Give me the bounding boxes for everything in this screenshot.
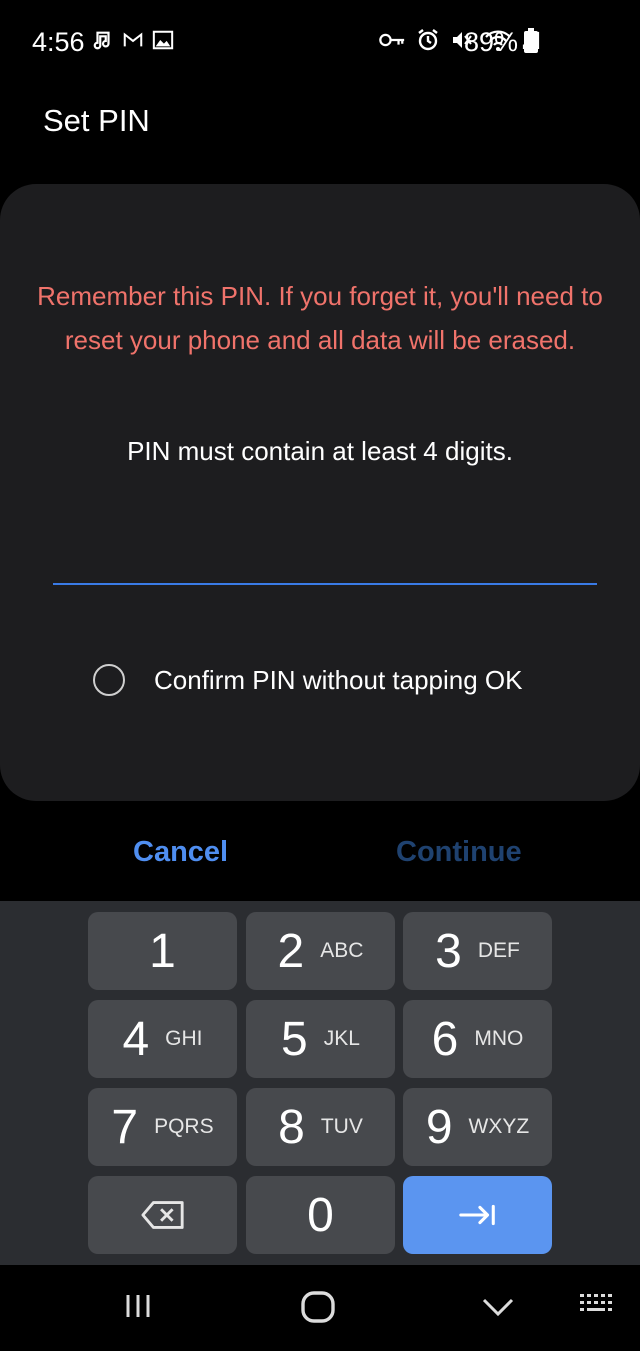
keyboard-icon[interactable] bbox=[578, 1290, 618, 1320]
delete-key[interactable] bbox=[88, 1176, 237, 1254]
continue-button[interactable]: Continue bbox=[396, 836, 522, 869]
key-0-digit: 0 bbox=[307, 1188, 334, 1242]
status-bar: 4:56 89% bbox=[0, 0, 640, 86]
key-6[interactable]: 6 MNO bbox=[403, 1000, 552, 1078]
back-chevron-icon[interactable] bbox=[481, 1290, 515, 1322]
key-5-letters: JKL bbox=[323, 1027, 360, 1050]
battery-percentage: 89% bbox=[463, 27, 518, 57]
key-4[interactable]: 4 GHI bbox=[88, 1000, 237, 1078]
pin-warning-text: Remember this PIN. If you forget it, you… bbox=[37, 281, 603, 355]
numeric-keypad: 1 2 ABC 3 DEF 4 GHI 5 JKL 6 MNO 7 PQRS 8… bbox=[0, 901, 640, 1265]
recents-icon[interactable] bbox=[122, 1290, 154, 1322]
alarm-icon bbox=[418, 29, 438, 51]
key-9-digit: 9 bbox=[425, 1100, 453, 1154]
key-1[interactable]: 1 bbox=[88, 912, 237, 990]
notification-icons bbox=[92, 29, 174, 51]
key-8-letters: TUV bbox=[320, 1115, 363, 1138]
confirm-pin-option[interactable]: Confirm PIN without tapping OK bbox=[93, 664, 523, 696]
key-7[interactable]: 7 PQRS bbox=[88, 1088, 237, 1166]
key-4-letters: GHI bbox=[165, 1027, 203, 1050]
next-arrow-icon bbox=[458, 1204, 495, 1226]
key-2-letters: ABC bbox=[320, 939, 364, 962]
pin-input-field[interactable] bbox=[53, 583, 597, 585]
backspace-icon bbox=[140, 1201, 184, 1229]
key-4-digit: 4 bbox=[122, 1012, 150, 1066]
page-title: Set PIN bbox=[43, 103, 150, 138]
cancel-button[interactable]: Cancel bbox=[133, 836, 228, 869]
pin-requirement-hint: PIN must contain at least 4 digits. bbox=[127, 436, 513, 466]
key-9-letters: WXYZ bbox=[468, 1115, 530, 1138]
confirm-pin-radio[interactable] bbox=[93, 664, 125, 696]
music-note-icon bbox=[93, 31, 110, 50]
key-8-digit: 8 bbox=[278, 1100, 305, 1154]
navigation-bar bbox=[0, 1265, 640, 1351]
key-2-digit: 2 bbox=[277, 924, 305, 978]
key-1-digit: 1 bbox=[149, 924, 176, 978]
next-key[interactable] bbox=[403, 1176, 552, 1254]
gallery-icon bbox=[152, 30, 174, 50]
key-9[interactable]: 9 WXYZ bbox=[403, 1088, 552, 1166]
key-5[interactable]: 5 JKL bbox=[246, 1000, 395, 1078]
key-3-letters: DEF bbox=[477, 939, 520, 962]
confirm-pin-label: Confirm PIN without tapping OK bbox=[154, 664, 523, 695]
pin-card: Remember this PIN. If you forget it, you… bbox=[0, 184, 640, 801]
key-2[interactable]: 2 ABC bbox=[246, 912, 395, 990]
status-time: 4:56 bbox=[32, 27, 85, 57]
key-6-digit: 6 bbox=[431, 1012, 459, 1066]
battery-icon bbox=[524, 28, 538, 53]
key-7-letters: PQRS bbox=[154, 1115, 214, 1138]
dialog-actions: Cancel Continue bbox=[0, 826, 640, 882]
key-5-digit: 5 bbox=[281, 1012, 308, 1066]
key-0[interactable]: 0 bbox=[246, 1176, 395, 1254]
key-7-digit: 7 bbox=[111, 1100, 139, 1154]
key-3[interactable]: 3 DEF bbox=[403, 912, 552, 990]
key-8[interactable]: 8 TUV bbox=[246, 1088, 395, 1166]
key-3-digit: 3 bbox=[435, 924, 462, 978]
vpn-key-icon bbox=[379, 33, 405, 47]
gmail-icon bbox=[123, 32, 143, 47]
home-icon[interactable] bbox=[300, 1290, 336, 1324]
key-6-letters: MNO bbox=[474, 1027, 524, 1050]
